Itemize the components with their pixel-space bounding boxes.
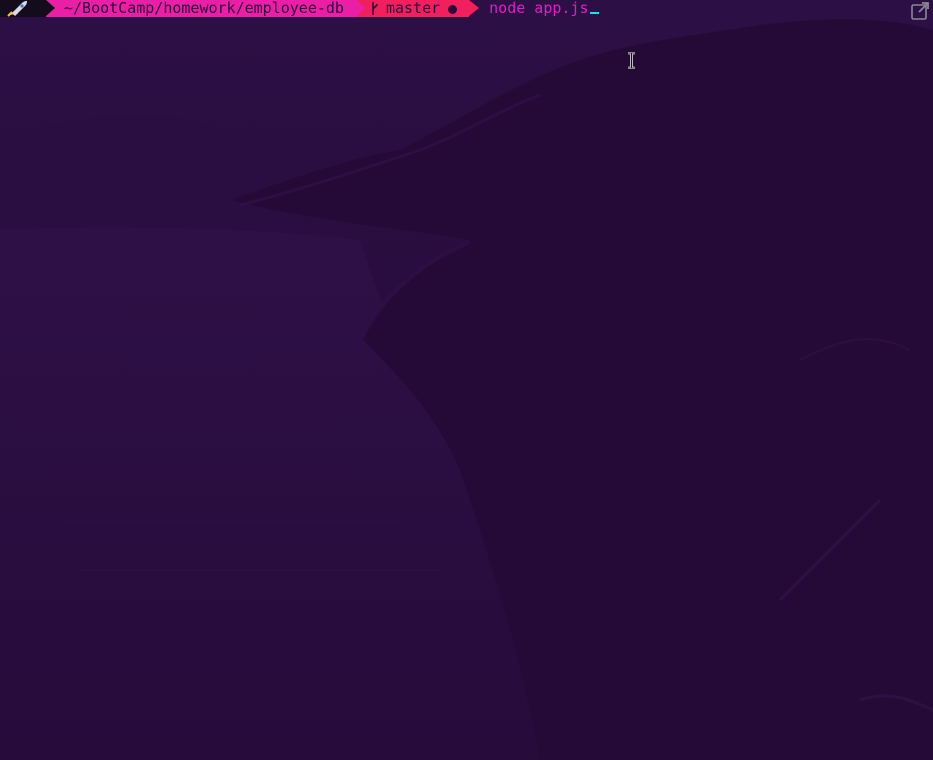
- dirty-indicator-dot: [448, 4, 458, 14]
- prompt-path-segment: ~/BootCamp/homework/employee-db: [46, 0, 365, 17]
- command-input[interactable]: node app.js: [469, 0, 588, 17]
- git-branch-name: master: [385, 0, 441, 17]
- popout-window-icon[interactable]: [911, 2, 930, 20]
- current-directory: ~/BootCamp/homework/employee-db: [64, 0, 344, 17]
- git-branch-icon: [372, 2, 378, 15]
- shell-prompt[interactable]: ~/BootCamp/homework/employee-db master n…: [0, 0, 599, 17]
- background-landscape-image: [0, 0, 933, 760]
- ibeam-cursor-icon: [628, 52, 635, 69]
- prompt-status-segment: [0, 0, 55, 17]
- prompt-git-segment: master: [355, 0, 480, 17]
- text-cursor: [589, 12, 599, 14]
- terminal-window[interactable]: ~/BootCamp/homework/employee-db master n…: [0, 0, 933, 760]
- rocket-icon: [7, 1, 27, 17]
